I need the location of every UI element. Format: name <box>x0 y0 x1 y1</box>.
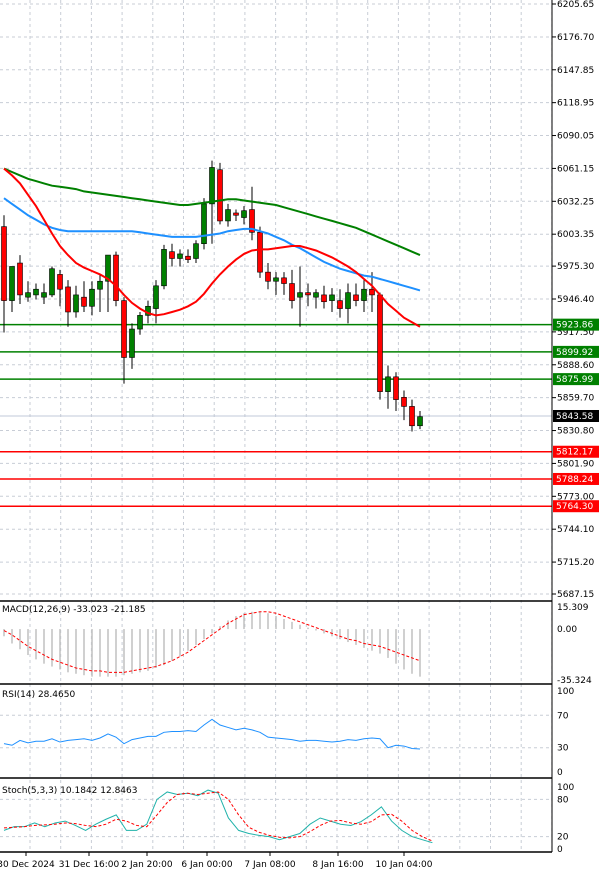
price-tick-label: 5715.20 <box>557 558 594 568</box>
candle-body <box>49 268 55 296</box>
price-tick-label: 6032.25 <box>557 197 594 207</box>
candle-body <box>209 167 215 205</box>
candle-body <box>225 209 231 222</box>
candle-body <box>17 262 23 296</box>
price-tick-label: 5687.15 <box>557 590 594 600</box>
candle-body <box>281 277 287 284</box>
macd-label: MACD(12,26,9) -33.023 -21.185 <box>2 605 146 615</box>
stoch-tick-label: 20 <box>557 833 569 843</box>
candle-body <box>401 397 407 407</box>
candle-body <box>193 243 199 259</box>
price-tick-label: 5859.70 <box>557 394 594 404</box>
candle-body <box>297 292 303 298</box>
chart-background <box>0 0 600 875</box>
candle-body <box>129 328 135 358</box>
candle-body <box>265 271 271 282</box>
rsi-tick-label: 0 <box>557 768 563 778</box>
candle-body <box>273 277 279 282</box>
candle-body <box>169 251 175 259</box>
level-label: 5764.30 <box>556 502 593 512</box>
candle-body <box>257 232 263 273</box>
x-tick-label: 8 Jan 16:00 <box>312 860 364 870</box>
rsi-tick-label: 100 <box>557 687 574 697</box>
current-price-label: 5843.58 <box>556 412 593 422</box>
x-tick-label: 30 Dec 2024 <box>0 860 55 870</box>
candle-body <box>41 292 47 298</box>
stoch-tick-label: 0 <box>557 845 563 855</box>
price-tick-label: 5975.30 <box>557 262 594 272</box>
candle-body <box>185 255 191 260</box>
candle-body <box>1 226 7 301</box>
price-tick-label: 6003.35 <box>557 230 594 240</box>
price-tick-label: 6061.15 <box>557 164 594 174</box>
level-label: 5788.24 <box>556 475 593 485</box>
x-tick-label: 31 Dec 16:00 <box>59 860 120 870</box>
level-label: 5923.86 <box>556 321 593 331</box>
level-label: 5812.17 <box>556 448 593 458</box>
candle-body <box>337 300 343 309</box>
candle-body <box>89 288 95 307</box>
price-tick-label: 6118.95 <box>557 99 594 109</box>
candle-body <box>25 292 31 298</box>
rsi-tick-label: 70 <box>557 711 569 721</box>
candle-body <box>393 376 399 400</box>
rsi-label: RSI(14) 28.4650 <box>2 690 75 700</box>
x-tick-label: 7 Jan 08:00 <box>244 860 296 870</box>
candle-body <box>409 406 415 427</box>
rsi-tick-label: 30 <box>557 744 569 754</box>
candle-body <box>233 212 239 216</box>
x-tick-label: 6 Jan 00:00 <box>181 860 233 870</box>
candle-body <box>153 285 159 309</box>
candle-body <box>305 292 311 296</box>
price-tick-label: 6176.70 <box>557 33 594 43</box>
candle-body <box>353 294 359 301</box>
macd-tick-label: 15.309 <box>557 603 589 613</box>
price-tick-label: 6205.65 <box>557 0 594 10</box>
candle-body <box>9 266 15 301</box>
candle-body <box>113 254 119 301</box>
candle-body <box>97 280 103 290</box>
candle-body <box>217 169 223 222</box>
candle-body <box>361 288 367 301</box>
candle-body <box>81 296 87 307</box>
candle-body <box>369 288 375 296</box>
candle-body <box>161 249 167 287</box>
price-tick-label: 5801.90 <box>557 459 594 469</box>
candle-body <box>33 288 39 296</box>
stoch-tick-label: 100 <box>557 783 574 793</box>
price-tick-label: 5946.40 <box>557 295 594 305</box>
candle-body <box>321 294 327 303</box>
candle-body <box>121 300 127 358</box>
level-label: 5899.92 <box>556 348 593 358</box>
candle-body <box>137 315 143 330</box>
macd-tick-label: 0.00 <box>557 625 577 635</box>
stoch-label: Stoch(5,3,3) 10.1842 12.8463 <box>2 786 137 796</box>
price-tick-label: 6090.05 <box>557 132 594 142</box>
price-tick-label: 6147.85 <box>557 66 594 76</box>
candle-body <box>201 203 207 244</box>
candle-body <box>177 253 183 259</box>
trading-chart: 6205.65 6176.70 6147.85 6118.95 6090.05 6061.… <box>0 0 600 875</box>
price-tick-label: 5830.80 <box>557 427 594 437</box>
price-tick-label: 5888.60 <box>557 361 594 371</box>
macd-tick-label: -35.324 <box>557 676 592 686</box>
candle-body <box>57 274 63 290</box>
candle-body <box>329 294 335 301</box>
stoch-tick-label: 80 <box>557 795 569 805</box>
x-tick-label: 10 Jan 04:00 <box>376 860 433 870</box>
candle-body <box>289 283 295 301</box>
candle-body <box>73 294 79 313</box>
candle-body <box>417 416 423 427</box>
price-tick-label: 5744.10 <box>557 525 594 535</box>
candle-body <box>345 292 351 309</box>
level-label: 5875.99 <box>556 375 593 385</box>
candle-body <box>313 292 319 298</box>
candle-body <box>65 286 71 313</box>
candle-body <box>377 294 383 392</box>
candle-body <box>385 376 391 392</box>
candle-body <box>241 210 247 218</box>
x-tick-label: 2 Jan 20:00 <box>121 860 173 870</box>
